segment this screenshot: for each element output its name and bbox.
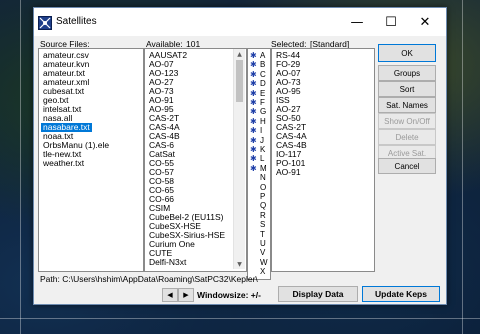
scroll-thumb[interactable] [236,60,243,102]
maximize-button[interactable]: ☐ [374,8,408,36]
scroll-up-icon[interactable]: ▲ [234,49,245,59]
alphabet-letter[interactable]: W [260,258,268,267]
groups-button[interactable]: Groups [378,65,436,81]
delete-button[interactable]: Delete [378,129,436,145]
prev-arrow-button[interactable]: ◀ [162,288,178,302]
star-icon[interactable]: ✱ [250,60,257,69]
alphabet-letter[interactable]: T [260,230,265,239]
alphabet-letter[interactable]: O [260,183,266,192]
alphabet-letter[interactable]: Q [260,201,266,210]
star-icon[interactable]: ✱ [250,89,257,98]
map-grid-line [0,318,480,319]
minimize-button[interactable]: — [340,8,374,36]
star-icon[interactable]: ✱ [250,98,257,107]
sort-button[interactable]: Sort [378,81,436,97]
selected-satellite-item[interactable]: AO-91 [274,168,303,177]
close-button[interactable]: ✕ [408,8,442,36]
source-files-list[interactable]: amateur.csv amateur.kvn amateur.txt amateur… [38,48,144,272]
alphabet-letter[interactable]: A [260,51,265,60]
alphabet-letter[interactable]: I [260,126,262,135]
kepler-path: Path: C:\Users\hshim\AppData\Roaming\Sat… [40,274,258,284]
star-icon[interactable]: ✱ [250,70,257,79]
alphabet-letter[interactable]: F [260,98,265,107]
window-title: Satellites [56,16,97,27]
alphabet-letter[interactable]: J [260,136,264,145]
selected-satellites-list[interactable]: RS-44 FO-29 AO-07 AO-73 AO-95 ISS AO-27 SO-50 CA… [271,48,375,272]
star-icon[interactable]: ✱ [250,117,257,126]
satellites-dialog: Satellites — ☐ ✕ Source Files: Available… [33,7,447,305]
alphabet-letter[interactable]: E [260,89,265,98]
star-icon[interactable]: ✱ [250,79,257,88]
available-satellite-item[interactable]: Delfi-N3xt [147,258,188,267]
ok-button[interactable]: OK [378,44,436,62]
alphabet-letter[interactable]: M [260,164,267,173]
windowsize-label: Windowsize: +/- [197,290,261,300]
star-icon[interactable]: ✱ [250,154,257,163]
sat-names-button[interactable]: Sat. Names [378,97,436,113]
next-arrow-button[interactable]: ▶ [178,288,194,302]
star-icon[interactable]: ✱ [250,164,257,173]
alphabet-letter[interactable]: B [260,60,265,69]
alphabet-letter[interactable]: S [260,220,265,229]
alphabet-letter[interactable]: C [260,70,266,79]
title-bar[interactable]: Satellites — ☐ ✕ [34,8,446,36]
map-grid-line [462,0,463,334]
alphabet-letter[interactable]: H [260,117,266,126]
alphabet-letter[interactable]: V [260,248,265,257]
cancel-button[interactable]: Cancel [378,158,436,174]
alphabet-letter[interactable]: L [260,154,264,163]
alphabet-letter[interactable]: R [260,211,266,220]
alphabet-letter[interactable]: G [260,107,266,116]
alphabet-letter[interactable]: X [260,267,265,276]
source-file-item[interactable]: weather.txt [41,159,86,168]
available-satellites-list[interactable]: ▲ ▼ AAUSAT2 AO-07 AO-123 AO-27 AO-73 AO-91 AO-… [144,48,247,272]
available-scrollbar[interactable]: ▲ ▼ [233,49,245,269]
satellite-app-icon [38,16,52,30]
show-on-off-button[interactable]: Show On/Off [378,113,436,129]
alphabet-letter[interactable]: K [260,145,265,154]
star-icon[interactable]: ✱ [250,136,257,145]
alphabet-letter[interactable]: U [260,239,266,248]
alphabet-letter[interactable]: P [260,192,265,201]
alphabet-letter[interactable]: N [260,173,266,182]
star-icon[interactable]: ✱ [250,107,257,116]
alphabet-letter[interactable]: D [260,79,266,88]
update-keps-button[interactable]: Update Keps [362,286,440,302]
star-icon[interactable]: ✱ [250,51,257,60]
star-icon[interactable]: ✱ [250,126,257,135]
star-icon[interactable]: ✱ [250,145,257,154]
alphabet-filter-strip[interactable]: ✱ A ✱ B ✱ C ✱ D ✱ E ✱ F ✱ G ✱ H ✱ I ✱ J ✱ K ✱ L ✱ M N O P Q R S T U V W X [247,48,271,280]
scroll-down-icon[interactable]: ▼ [234,259,245,269]
display-data-button[interactable]: Display Data [278,286,358,302]
map-grid-line [20,0,21,334]
